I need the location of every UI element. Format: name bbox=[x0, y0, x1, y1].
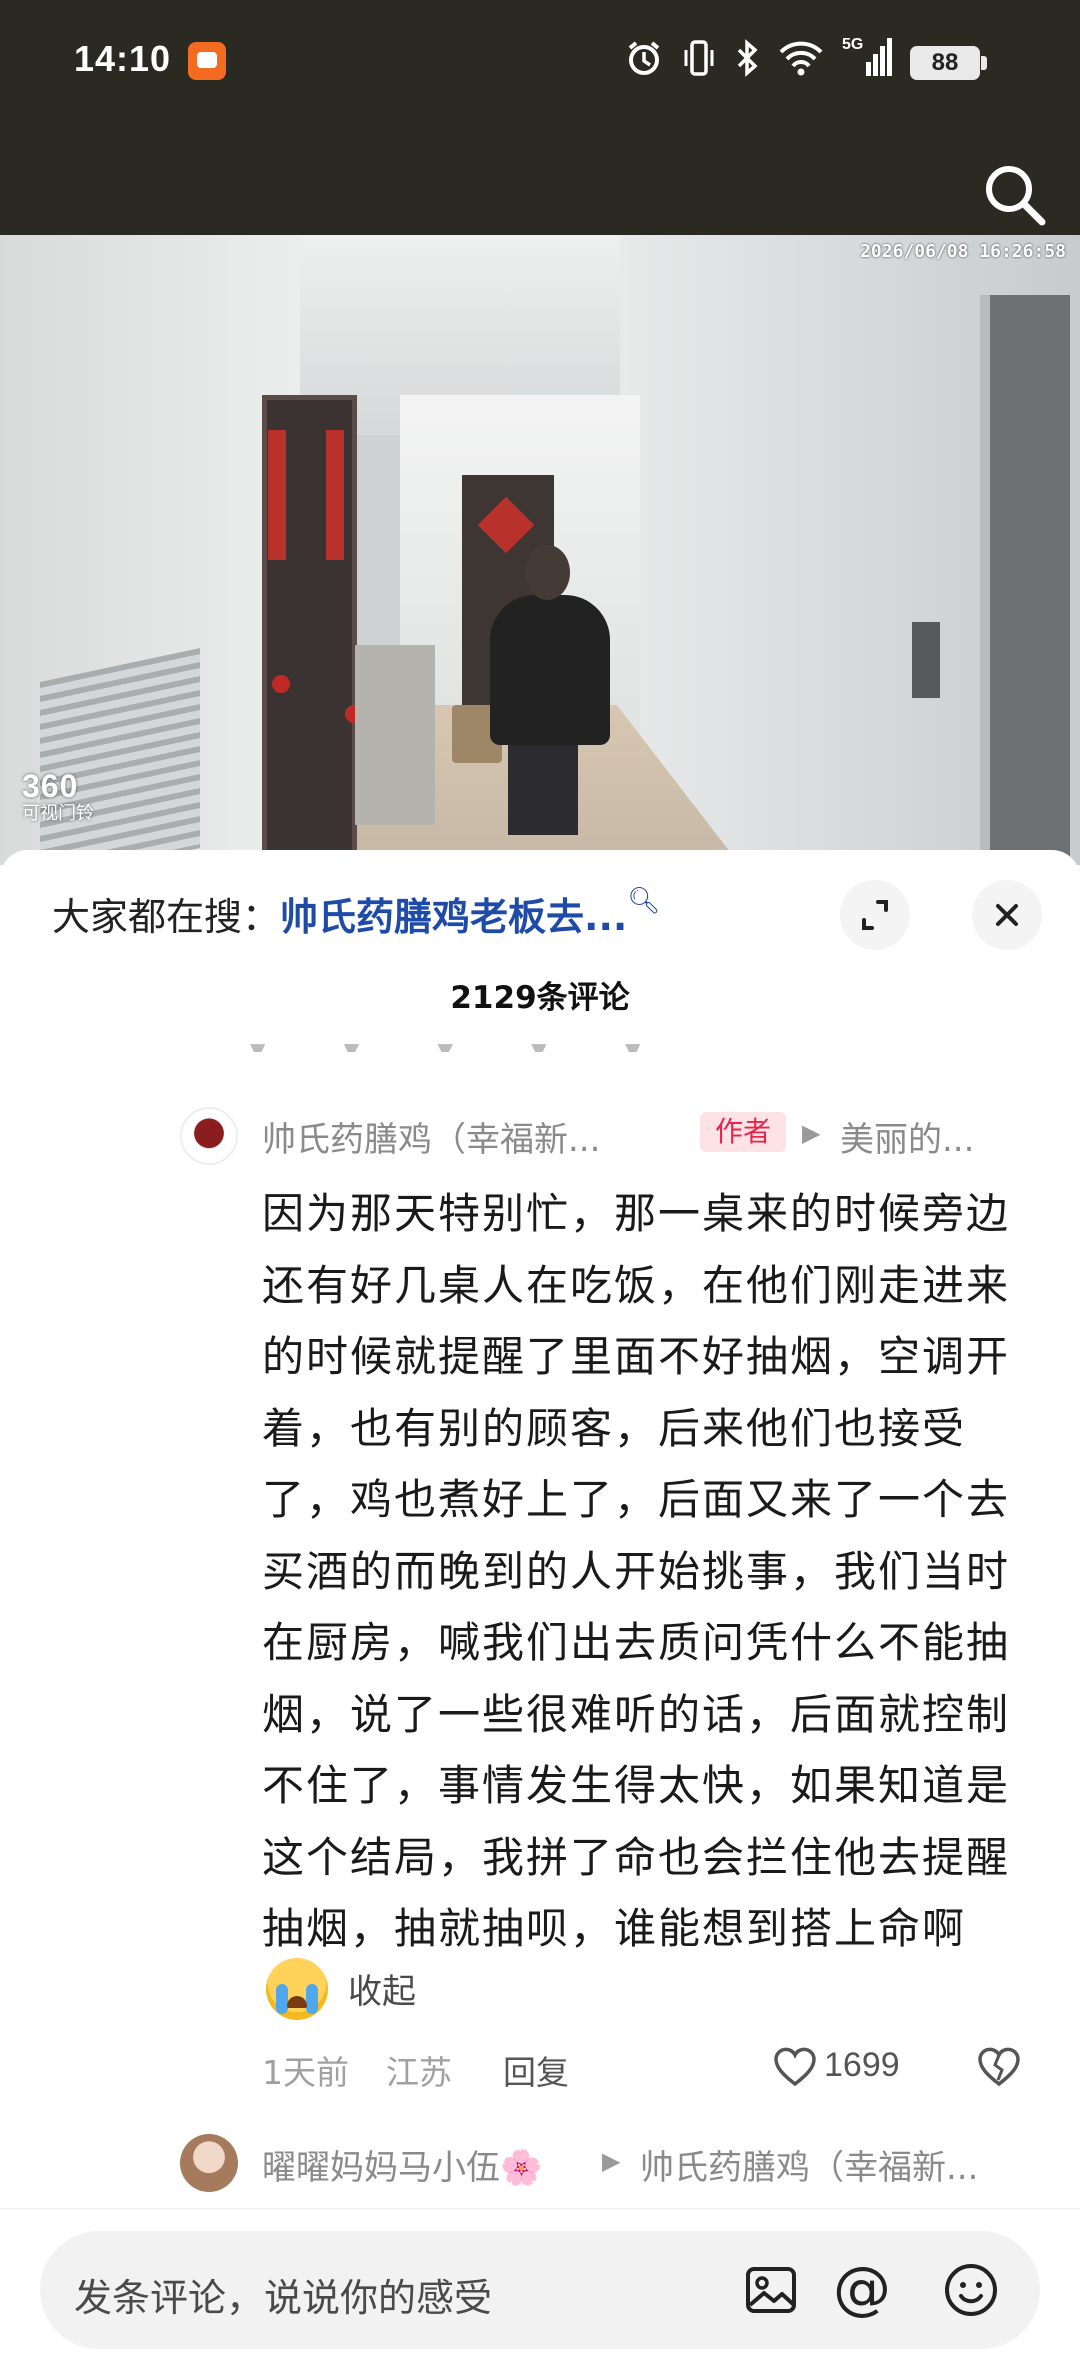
vibrate-icon bbox=[684, 40, 714, 76]
comment-line: 不住了，事情发生得太快，如果知道是 bbox=[262, 1761, 1011, 1810]
video-elevator bbox=[980, 295, 1070, 865]
expand-button[interactable] bbox=[840, 880, 910, 950]
trending-search[interactable]: 大家都在搜：帅氏药膳鸡老板去...🔍︎ bbox=[52, 886, 660, 941]
like-heart-icon[interactable] bbox=[772, 2044, 818, 2088]
video-person bbox=[490, 595, 610, 745]
video-person-head bbox=[525, 545, 570, 600]
comment-line: 抽烟，抽就抽呗，谁能想到搭上命啊 bbox=[262, 1904, 967, 1953]
battery-indicator: 88 bbox=[910, 46, 980, 80]
video-player[interactable]: 2026/06/08 16:26:58 360 可视门铃 bbox=[0, 235, 1080, 865]
comment-text[interactable]: 因为那天特别忙，那一桌来的时候旁边 还有好几桌人在吃饭，在他们刚走进来 的时候就… bbox=[262, 1178, 1042, 1965]
reply-arrow-icon: ▶ bbox=[802, 1119, 821, 1147]
video-person-legs bbox=[508, 735, 578, 835]
comment-input-placeholder: 发条评论，说说你的感受 bbox=[74, 2276, 493, 2320]
comment-line: 的时候就提醒了里面不好抽烟，空调开 bbox=[262, 1332, 1011, 1381]
comment-time: 1天前 bbox=[262, 2053, 349, 2092]
emoji-icon[interactable] bbox=[940, 2259, 1002, 2321]
video-elevator-panel bbox=[912, 622, 940, 698]
expand-icon bbox=[862, 900, 888, 930]
comment-line: 了，鸡也煮好上了，后面又来了一个去 bbox=[262, 1475, 1011, 1524]
previous-comment-clip: ▼ ▼ ▼ ▼ ▼ bbox=[250, 1038, 677, 1052]
dislike-broken-heart-icon[interactable] bbox=[976, 2044, 1022, 2088]
comment-line: 买酒的而晚到的人开始挑事，我们当时 bbox=[262, 1546, 1011, 1596]
mention-icon[interactable]: @ bbox=[833, 2257, 891, 2319]
status-time: 14:10 bbox=[74, 38, 172, 79]
comment-meta: 1天前 江苏 bbox=[262, 2046, 452, 2094]
status-icons: 5G bbox=[624, 34, 894, 82]
reply-arrow-icon: ▶ bbox=[602, 2147, 621, 2175]
status-bar: 14:10 5G 88 bbox=[0, 0, 1080, 120]
network-type: 5G bbox=[842, 36, 864, 53]
comment-line: 着，也有别的顾客，后来他们也接受 bbox=[262, 1403, 967, 1453]
app-notification-icon bbox=[188, 42, 226, 80]
video-lantern bbox=[272, 675, 290, 693]
crying-emoji-icon bbox=[266, 1958, 328, 2020]
comment-line: 还有好几桌人在吃饭，在他们刚走进来 bbox=[262, 1260, 1011, 1310]
watermark-text: 可视门铃 bbox=[22, 803, 94, 823]
search-icon[interactable] bbox=[980, 160, 1050, 230]
image-icon[interactable] bbox=[740, 2259, 802, 2321]
video-timestamp: 2026/06/08 16:26:58 bbox=[860, 241, 1066, 262]
trending-search-label: 大家都在搜： bbox=[52, 895, 281, 939]
small-search-icon: 🔍︎ bbox=[627, 886, 661, 916]
close-icon bbox=[996, 904, 1018, 926]
bluetooth-icon bbox=[737, 39, 758, 77]
collapse-button[interactable]: 收起 bbox=[348, 1964, 416, 2013]
battery-tip bbox=[981, 56, 987, 70]
comment-line: 因为那天特别忙，那一桌来的时候旁边 bbox=[262, 1189, 1011, 1238]
video-couplet bbox=[268, 430, 286, 560]
comment-input[interactable]: 发条评论，说说你的感受 @ bbox=[40, 2231, 1040, 2349]
trending-search-query[interactable]: 帅氏药膳鸡老板去... bbox=[280, 895, 627, 939]
comment-author[interactable]: 曜曜妈妈马小伍🌸 bbox=[262, 2140, 542, 2189]
sheet-header: 大家都在搜：帅氏药膳鸡老板去...🔍︎ bbox=[0, 850, 1080, 970]
comment-author[interactable]: 帅氏药膳鸡（幸福新... bbox=[262, 1112, 600, 1161]
video-air-vent bbox=[40, 647, 200, 865]
wifi-icon bbox=[779, 41, 823, 76]
author-tag: 作者 bbox=[700, 1112, 786, 1152]
comment-line: 烟，说了一些很难听的话，后面就控制 bbox=[262, 1689, 1011, 1739]
signal-icon: 5G bbox=[842, 36, 894, 78]
close-button[interactable] bbox=[972, 880, 1042, 950]
comment-count: 2129条评论 bbox=[450, 980, 630, 1016]
like-count: 1699 bbox=[824, 2046, 900, 2084]
video-cabinet bbox=[355, 645, 435, 825]
alarm-icon bbox=[628, 41, 660, 75]
watermark-number: 360 bbox=[22, 768, 79, 804]
comment-input-bar: 发条评论，说说你的感受 @ bbox=[0, 2208, 1080, 2374]
comment-line: 在厨房，喊我们出去质问凭什么不能抽 bbox=[262, 1618, 1011, 1667]
comment-location: 江苏 bbox=[386, 2053, 452, 2092]
video-watermark: 360 可视门铃 bbox=[22, 770, 94, 824]
reply-to-user[interactable]: 美丽的... bbox=[840, 1112, 974, 1161]
video-couplet bbox=[326, 430, 344, 560]
reply-to-user[interactable]: 帅氏药膳鸡（幸福新... bbox=[640, 2140, 978, 2189]
reply-button[interactable]: 回复 bbox=[503, 2046, 569, 2094]
author-avatar[interactable] bbox=[180, 1107, 238, 1165]
comment-line: 这个结局，我拼了命也会拦住他去提醒 bbox=[262, 1832, 1011, 1882]
commenter-avatar[interactable] bbox=[180, 2134, 238, 2192]
